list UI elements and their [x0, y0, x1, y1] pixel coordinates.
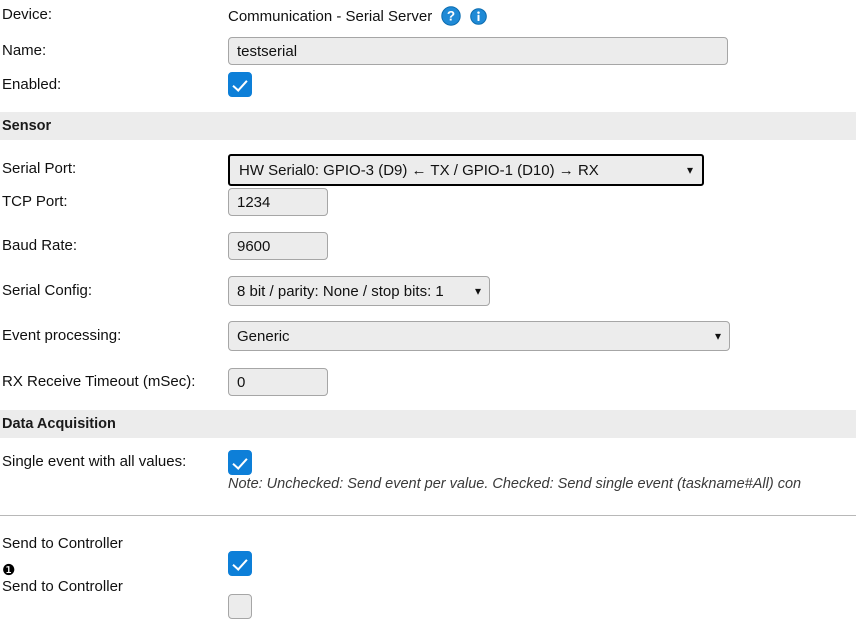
- serial-port-row: Serial Port: HW Serial0: GPIO-3 (D9) ← T…: [0, 140, 856, 186]
- tcp-port-label: TCP Port:: [2, 193, 68, 210]
- question-mark-circle-icon[interactable]: ?: [441, 6, 461, 26]
- event-processing-select[interactable]: Generic: [228, 321, 730, 351]
- serial-config-field-cell: 8 bit / parity: None / stop bits: 1 ▾: [228, 276, 856, 306]
- rx-timeout-field-cell: [228, 368, 856, 396]
- send-to-controller-1-checkbox[interactable]: [228, 551, 252, 576]
- tcp-port-row: TCP Port:: [0, 184, 856, 228]
- serial-config-label: Serial Config:: [2, 282, 93, 299]
- serial-port-label: Serial Port:: [2, 160, 77, 177]
- sensor-section-header: Sensor: [0, 112, 856, 140]
- serial-port-select-wrap: HW Serial0: GPIO-3 (D9) ← TX / GPIO-1 (D…: [228, 154, 704, 186]
- enabled-label: Enabled:: [2, 76, 62, 93]
- serial-config-select-wrap: 8 bit / parity: None / stop bits: 1 ▾: [228, 276, 490, 306]
- device-type-text: Communication - Serial Server: [228, 7, 433, 25]
- tcp-port-input[interactable]: [228, 188, 328, 216]
- serial-port-select[interactable]: HW Serial0: GPIO-3 (D9) ← TX / GPIO-1 (D…: [228, 154, 704, 186]
- baud-rate-label: Baud Rate:: [2, 237, 78, 254]
- name-label: Name:: [2, 42, 47, 59]
- single-event-checkbox[interactable]: [228, 450, 252, 475]
- serial-config-select[interactable]: 8 bit / parity: None / stop bits: 1: [228, 276, 490, 306]
- send-to-controller-2-checkbox[interactable]: [228, 594, 252, 619]
- device-value-cell: Communication - Serial Server ?: [228, 6, 856, 26]
- enabled-checkbox[interactable]: [228, 72, 252, 97]
- tcp-port-field-cell: [228, 188, 856, 216]
- info-circle-icon[interactable]: [470, 7, 488, 25]
- send-to-controller-2-label: Send to Controller: [2, 578, 123, 595]
- data-acquisition-section-header: Data Acquisition: [0, 410, 856, 438]
- controller-index-badge: ❶: [2, 562, 16, 579]
- single-event-row: Single event with all values:: [0, 438, 856, 475]
- send-to-controller-1-field-cell: [228, 535, 856, 580]
- svg-text:?: ?: [447, 9, 455, 24]
- rx-timeout-label: RX Receive Timeout (mSec):: [2, 373, 196, 390]
- event-processing-label: Event processing:: [2, 327, 122, 344]
- device-settings-page: Device: Communication - Serial Server ? …: [0, 0, 856, 634]
- event-processing-field-cell: Generic ▾: [228, 321, 856, 351]
- send-to-controller-1-label: Send to Controller: [2, 535, 123, 552]
- name-field-cell: [228, 37, 856, 65]
- send-to-controller-1-label-cell: Send to Controller ❶: [0, 535, 228, 579]
- send-to-controller-2-field-cell: [228, 578, 856, 623]
- baud-rate-row: Baud Rate:: [0, 228, 856, 272]
- serial-port-field-cell: HW Serial0: GPIO-3 (D9) ← TX / GPIO-1 (D…: [228, 154, 856, 186]
- serial-config-row: Serial Config: 8 bit / parity: None / st…: [0, 272, 856, 318]
- event-processing-select-wrap: Generic ▾: [228, 321, 730, 351]
- single-event-note: Note: Unchecked: Send event per value. C…: [228, 476, 802, 492]
- baud-rate-field-cell: [228, 232, 856, 260]
- send-to-controller-2-label-cell: Send to Controller: [0, 578, 228, 596]
- single-event-label: Single event with all values:: [2, 453, 187, 470]
- rx-timeout-row: RX Receive Timeout (mSec):: [0, 364, 856, 410]
- device-row: Device: Communication - Serial Server ?: [0, 0, 856, 30]
- enabled-field-cell: [228, 72, 856, 101]
- name-row: Name:: [0, 30, 856, 68]
- enabled-row: Enabled:: [0, 68, 856, 112]
- single-event-field-cell: [228, 450, 856, 479]
- event-processing-row: Event processing: Generic ▾: [0, 318, 856, 364]
- name-input[interactable]: [228, 37, 728, 65]
- send-to-controller-1-row: Send to Controller ❶: [0, 516, 856, 579]
- rx-timeout-input[interactable]: [228, 368, 328, 396]
- baud-rate-input[interactable]: [228, 232, 328, 260]
- device-label: Device:: [2, 6, 53, 23]
- send-to-controller-2-row: Send to Controller: [0, 572, 856, 619]
